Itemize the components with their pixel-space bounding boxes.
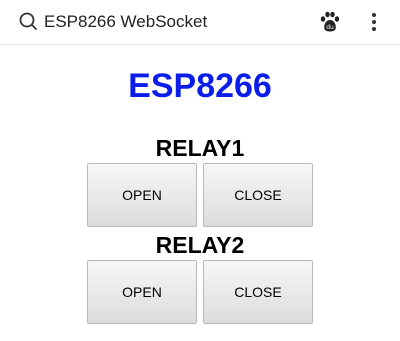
relay1-close-button[interactable]: CLOSE	[203, 163, 313, 227]
relay2-close-button[interactable]: CLOSE	[203, 260, 313, 324]
paw-icon[interactable]: du	[318, 11, 342, 33]
relay2-open-button[interactable]: OPEN	[87, 260, 197, 324]
page-title[interactable]: ESP8266 WebSocket	[44, 11, 207, 33]
relay1-label: RELAY1	[155, 135, 245, 161]
more-vertical-icon[interactable]	[364, 10, 384, 34]
browser-top-bar: ESP8266 WebSocket du	[0, 0, 400, 45]
relay2-label: RELAY2	[155, 232, 245, 258]
relay1-open-button[interactable]: OPEN	[87, 163, 197, 227]
svg-text:du: du	[326, 24, 334, 31]
search-icon[interactable]	[18, 11, 38, 31]
page-heading: ESP8266	[128, 67, 272, 105]
